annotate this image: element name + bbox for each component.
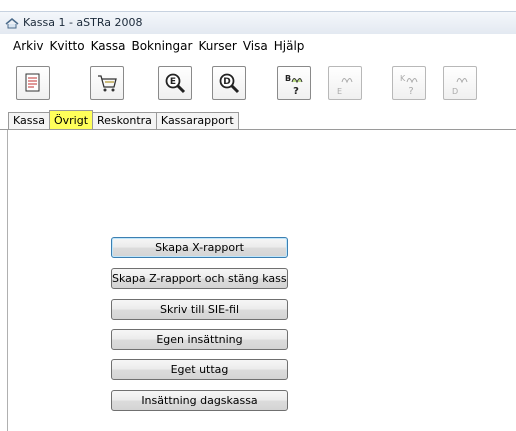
tab-ovrigt[interactable]: Övrigt <box>48 110 94 129</box>
deposit-button[interactable]: Egen insättning <box>111 329 288 350</box>
receipt-button[interactable] <box>16 66 50 100</box>
menu-kassa[interactable]: Kassa <box>88 34 129 58</box>
x-report-button[interactable]: Skapa X-rapport <box>111 237 288 258</box>
day-cash-deposit-button[interactable]: Insättning dagskassa <box>111 390 288 411</box>
booking-b-question: ? <box>293 86 299 96</box>
toolbar: E D B ? E K ? D <box>0 62 516 108</box>
booking-e-button[interactable]: E <box>328 66 362 100</box>
booking-b-letter: B <box>285 74 291 83</box>
course-d-letter: D <box>452 87 458 96</box>
tab-strip: Kassa Övrigt Reskontra Kassarapport <box>8 110 239 130</box>
course-k-question: ? <box>408 86 413 96</box>
tab-reskontra[interactable]: Reskontra <box>92 112 157 129</box>
search-d-button[interactable]: D <box>212 66 246 100</box>
cart-button[interactable] <box>90 66 124 100</box>
title-bar: Kassa 1 - aSTRa 2008 <box>0 11 516 35</box>
receipt-icon <box>25 73 40 92</box>
course-k-icon: K ? <box>400 74 418 96</box>
search-d-letter: D <box>223 77 230 87</box>
search-d-icon: D <box>219 73 240 94</box>
booking-b-icon: B ? <box>285 74 303 96</box>
course-d-icon: D <box>452 78 468 96</box>
menu-kurser[interactable]: Kurser <box>195 34 239 58</box>
sie-file-button[interactable]: Skriv till SIE-fil <box>111 299 288 320</box>
app-icon <box>5 18 19 29</box>
menu-kvitto[interactable]: Kvitto <box>47 34 88 58</box>
cart-icon <box>98 75 117 92</box>
z-report-button[interactable]: Skapa Z-rapport och stäng kassan <box>111 268 288 289</box>
booking-e-icon: E <box>337 78 353 96</box>
course-d-button[interactable]: D <box>443 66 477 100</box>
booking-b-button[interactable]: B ? <box>277 66 311 100</box>
menu-bar: Arkiv Kvitto Kassa Bokningar Kurser Visa… <box>0 34 516 58</box>
withdrawal-button[interactable]: Eget uttag <box>111 359 288 380</box>
window-title: Kassa 1 - aSTRa 2008 <box>23 16 143 29</box>
menu-bokningar[interactable]: Bokningar <box>128 34 195 58</box>
menu-arkiv[interactable]: Arkiv <box>0 34 47 58</box>
search-e-icon: E <box>165 73 186 94</box>
search-e-letter: E <box>170 77 176 87</box>
course-k-button[interactable]: K ? <box>392 66 426 100</box>
panel-left-border <box>7 130 8 431</box>
menu-visa[interactable]: Visa <box>240 34 271 58</box>
search-e-button[interactable]: E <box>158 66 192 100</box>
tab-kassa[interactable]: Kassa <box>8 112 50 129</box>
menu-hjalp[interactable]: Hjälp <box>271 34 308 58</box>
booking-e-letter: E <box>337 87 342 96</box>
course-k-letter: K <box>400 74 406 83</box>
tab-kassarapport[interactable]: Kassarapport <box>155 112 239 129</box>
